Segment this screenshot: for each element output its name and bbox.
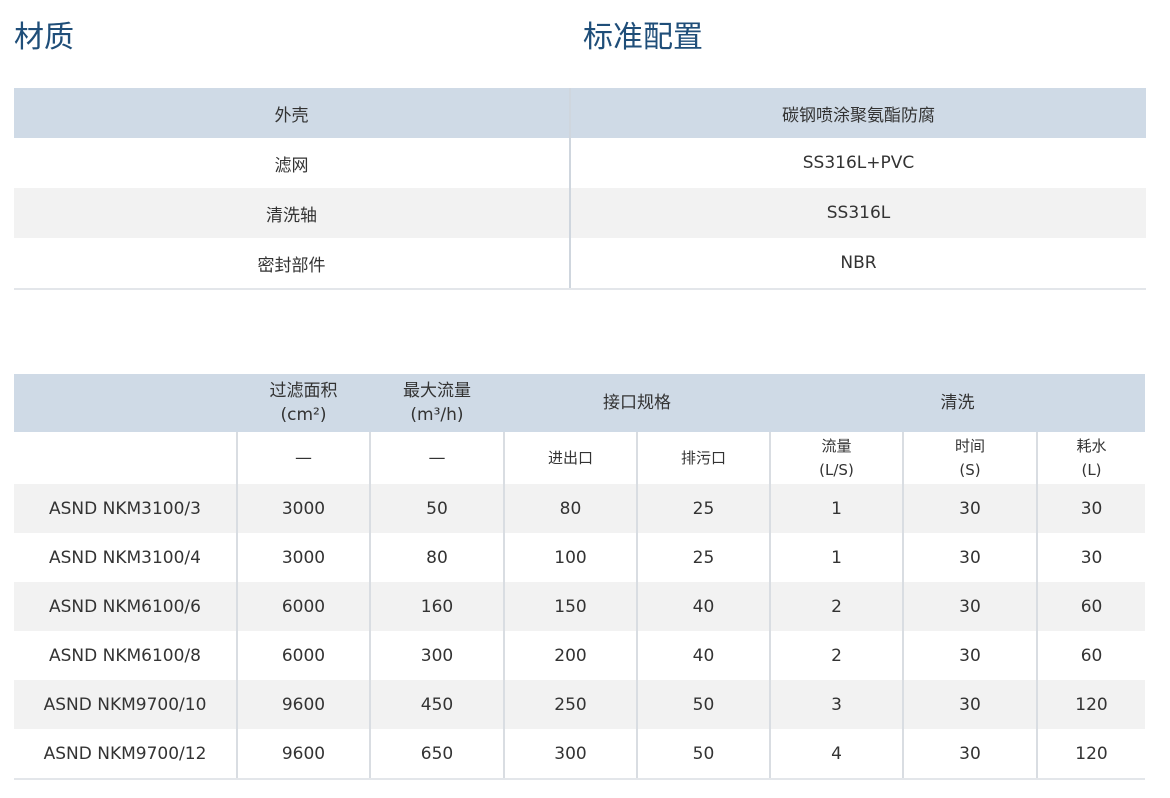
table-header-row: 过滤面积 (cm²) 最大流量 (m³/h) 接口规格 清洗: [14, 374, 1146, 432]
table-cell: 25: [636, 484, 770, 533]
materials-table: 外壳 碳钢喷涂聚氨酯防腐 滤网 SS316L+PVC 清洗轴 SS316L 密封…: [14, 88, 1146, 290]
table-subheader-row: — — 进出口 排污口 流量 (L/S) 时间 (S) 耗水 (L): [14, 432, 1146, 484]
ports-header: 接口规格: [504, 374, 770, 432]
table-cell: 4: [769, 729, 903, 780]
table-cell: 50: [636, 680, 770, 729]
table-cell: 6000: [236, 631, 370, 680]
table-cell: 30: [902, 533, 1037, 582]
model-cell: ASND NKM9700/10: [14, 680, 237, 729]
table-row: ASND NKM9700/12 9600 650 300 50 4 30 120: [14, 729, 1146, 780]
table-cell: 25: [636, 533, 770, 582]
table-cell: 160: [369, 582, 504, 631]
filter-area-header: 过滤面积 (cm²): [237, 374, 370, 432]
filter-area-subheader: —: [236, 432, 370, 484]
max-flow-label: 最大流量: [403, 381, 471, 401]
water-unit: (L): [1081, 461, 1102, 479]
part-cell: 外壳: [14, 88, 571, 138]
table-cell: 100: [503, 533, 637, 582]
model-cell: ASND NKM6100/8: [49, 645, 201, 666]
table-cell: 50: [369, 484, 504, 533]
time-unit: (S): [959, 461, 981, 479]
model-cell: ASND NKM3100/3: [14, 484, 237, 533]
table-cell: 250: [503, 680, 637, 729]
table-cell: 50: [636, 729, 770, 780]
table-cell: 30: [902, 484, 1037, 533]
table-cell: 40: [636, 582, 770, 631]
table-cell: 650: [369, 729, 504, 780]
part-cell: 滤网: [14, 138, 571, 188]
inlet-outlet-subheader: 进出口: [503, 432, 637, 484]
table-row: ASND NKM9700/10 9600 450 250 50 3 30 120: [14, 680, 1146, 729]
table-cell: 2: [769, 582, 903, 631]
table-row: 密封部件 NBR: [14, 238, 1146, 290]
table-cell: 150: [503, 582, 637, 631]
part-cell: 清洗轴: [14, 188, 571, 238]
model-subheader: [14, 432, 237, 484]
table-cell: 120: [1035, 729, 1146, 780]
materials-heading: 材质: [14, 20, 74, 55]
table-cell: 30: [1035, 533, 1146, 582]
max-flow-unit: (m³/h): [410, 405, 464, 425]
clean-flow-unit: (L/S): [819, 461, 854, 479]
water-label: 耗水: [1076, 437, 1107, 455]
model-cell: ASND NKM3100/4: [49, 547, 201, 568]
table-cell: 3000: [236, 484, 370, 533]
table-cell: 80: [503, 484, 637, 533]
table-cell: 30: [902, 631, 1037, 680]
table-cell: 120: [1035, 680, 1146, 729]
standard-config-heading: 标准配置: [583, 20, 703, 55]
material-cell: NBR: [570, 238, 1146, 290]
model-header: [14, 374, 237, 432]
cleaning-header: 清洗: [770, 374, 1146, 432]
drain-subheader: 排污口: [636, 432, 770, 484]
filter-area-label: 过滤面积: [269, 381, 338, 401]
table-cell: 30: [902, 680, 1037, 729]
time-subheader: 时间 (S): [902, 432, 1037, 484]
table-cell: 9600: [236, 729, 370, 780]
table-row: 清洗轴 SS316L: [14, 188, 1146, 238]
table-cell: 300: [369, 631, 504, 680]
table-cell: 30: [902, 729, 1037, 780]
table-cell: 30: [1035, 484, 1146, 533]
water-subheader: 耗水 (L): [1035, 432, 1146, 484]
table-cell: 30: [902, 582, 1037, 631]
table-cell: 200: [503, 631, 637, 680]
table-cell: 450: [369, 680, 504, 729]
table-cell: 300: [503, 729, 637, 780]
table-cell: 3: [769, 680, 903, 729]
part-cell: 密封部件: [14, 238, 571, 290]
table-cell: 40: [636, 631, 770, 680]
material-cell: 碳钢喷涂聚氨酯防腐: [570, 88, 1146, 138]
table-row: ASND NKM3100/3 3000 50 80 25 1 30 30: [14, 484, 1146, 533]
spec-table-body: ASND NKM3100/3 3000 50 80 25 1 30 30 ASND NKM310…: [14, 484, 1146, 780]
filter-area-unit: (cm²): [280, 405, 327, 425]
table-cell: 1: [769, 484, 903, 533]
table-row: ASND NKM6100/6 6000 160 150 40 2 30 60: [14, 582, 1146, 631]
table-cell: 80: [369, 533, 504, 582]
model-cell: ASND NKM9700/12: [14, 729, 237, 780]
max-flow-subheader: —: [369, 432, 504, 484]
clean-flow-label: 流量: [821, 437, 852, 455]
table-cell: 2: [769, 631, 903, 680]
material-cell: SS316L+PVC: [802, 153, 915, 173]
table-cell: 60: [1035, 582, 1146, 631]
table-row: 滤网 SS316L+PVC: [14, 138, 1146, 188]
table-row: ASND NKM3100/4 3000 80 100 25 1 30 30: [14, 533, 1146, 582]
material-cell: SS316L: [570, 188, 1146, 238]
table-cell: 6000: [236, 582, 370, 631]
spec-table: 过滤面积 (cm²) 最大流量 (m³/h) 接口规格 清洗 — — 进出口 排…: [14, 374, 1146, 780]
table-cell: 1: [769, 533, 903, 582]
table-row: ASND NKM6100/8 6000 300 200 40 2 30 60: [14, 631, 1146, 680]
table-cell: 3000: [236, 533, 370, 582]
clean-flow-subheader: 流量 (L/S): [769, 432, 903, 484]
table-cell: 9600: [236, 680, 370, 729]
time-label: 时间: [954, 437, 985, 455]
table-row: 外壳 碳钢喷涂聚氨酯防腐: [14, 88, 1146, 138]
max-flow-header: 最大流量 (m³/h): [370, 374, 504, 432]
table-cell: 60: [1035, 631, 1146, 680]
model-cell: ASND NKM6100/6: [14, 582, 237, 631]
